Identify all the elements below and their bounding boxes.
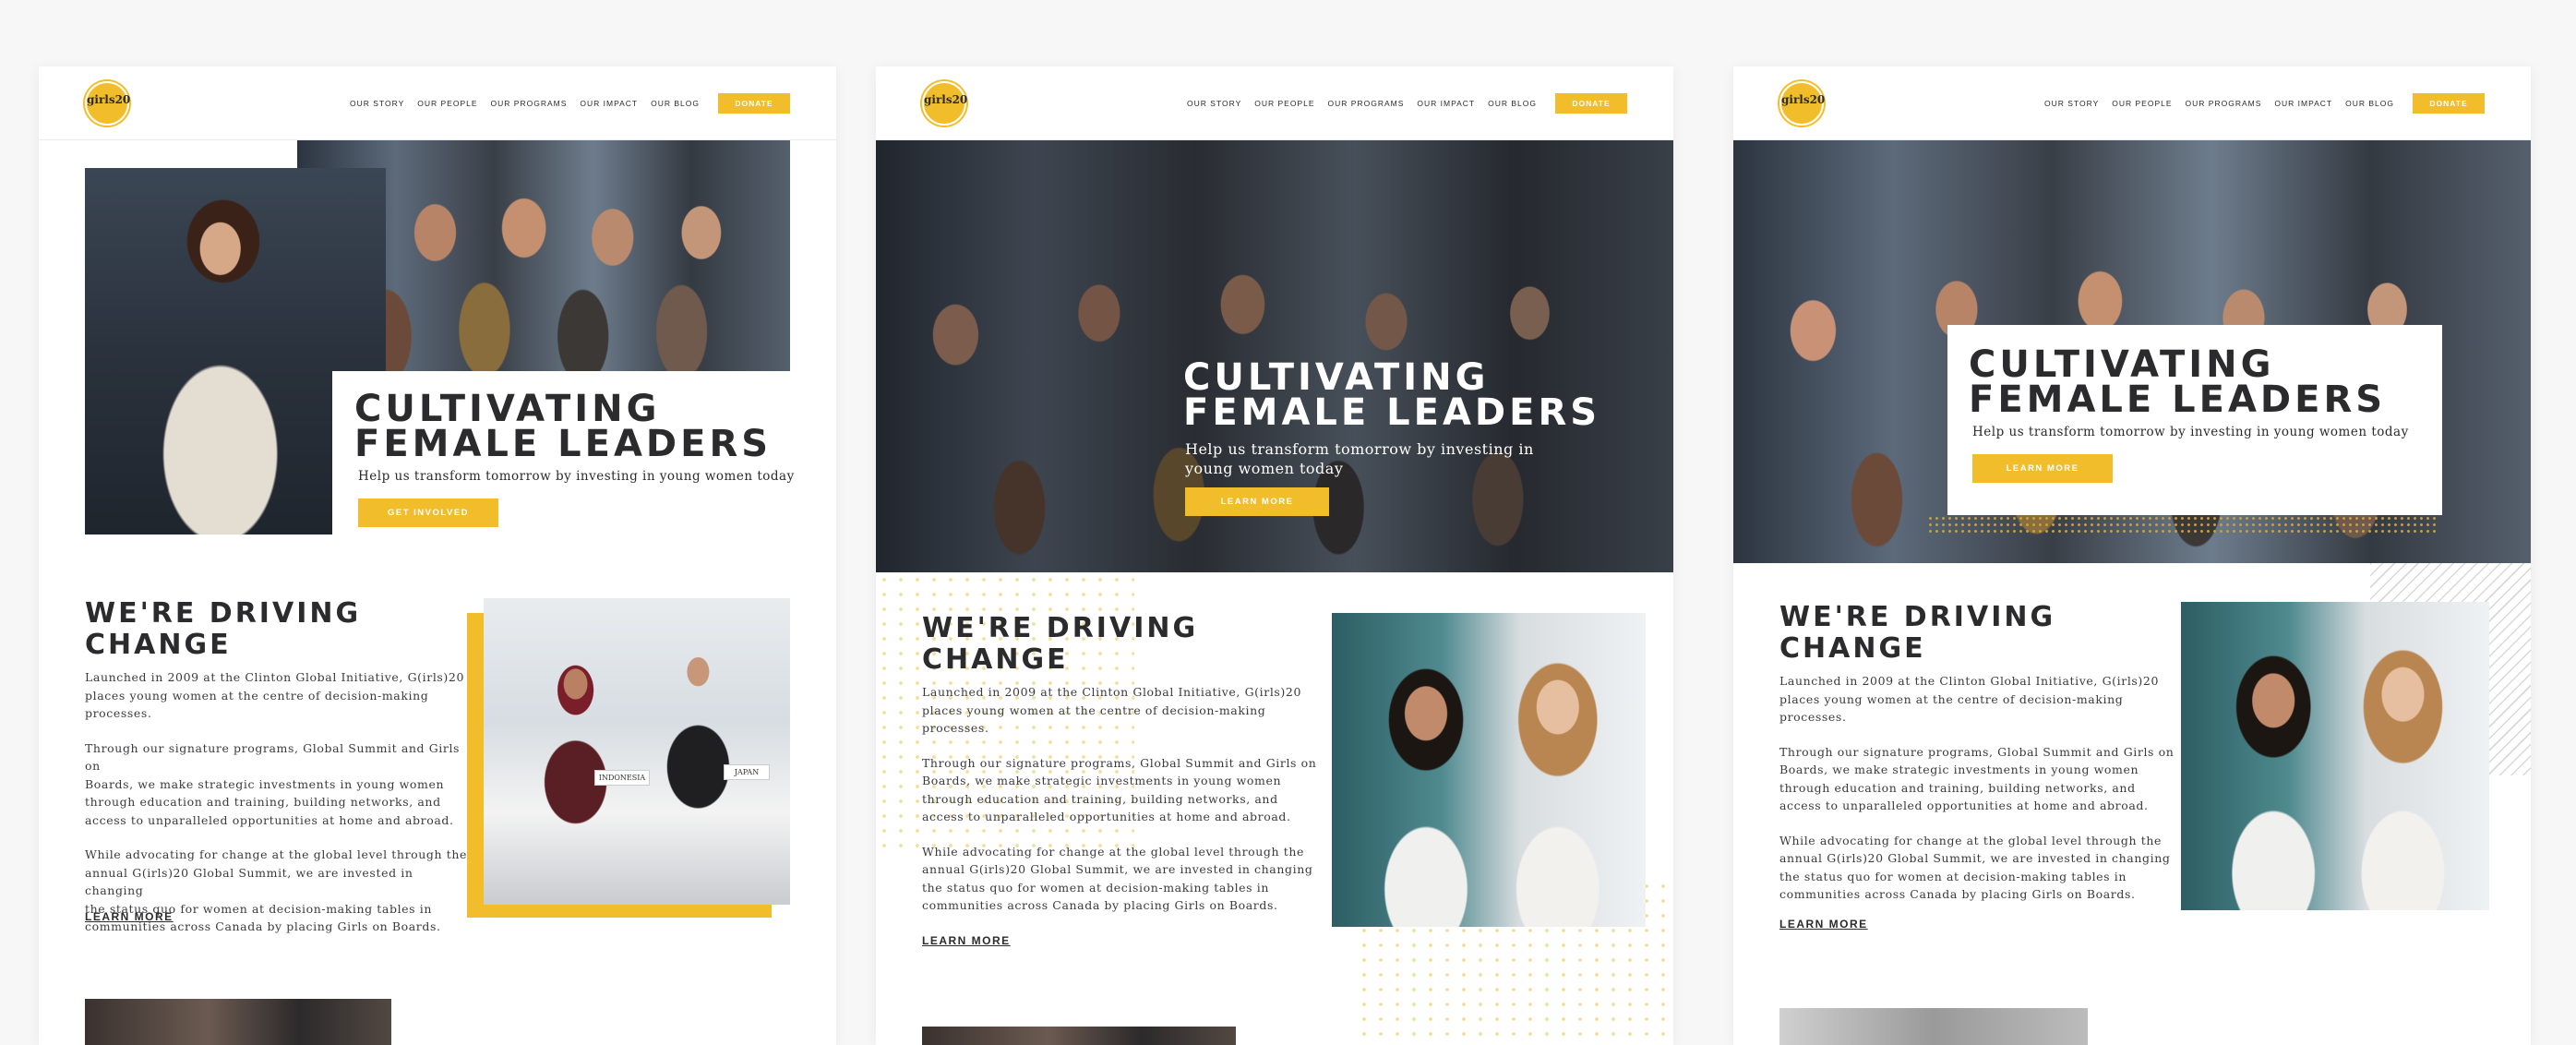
site-header: girls20 OUR STORY OUR PEOPLE OUR PROGRAM… [39,66,836,140]
nav-our-programs[interactable]: OUR PROGRAMS [2186,99,2262,108]
hero-title: CULTIVATING FEMALE LEADERS [1969,343,2387,421]
hero-subtitle: Help us transform tomorrow by investing … [358,469,795,484]
girls20-logo[interactable]: girls20 [922,81,967,126]
nav-our-blog[interactable]: OUR BLOG [651,99,700,108]
hero-title: CULTIVATING FEMALE LEADERS [354,388,773,465]
site-header: girls20 OUR STORY OUR PEOPLE OUR PROGRAM… [876,66,1673,140]
next-section-photo [922,1027,1236,1045]
next-section-photo [1779,1008,2088,1045]
about-copy: Launched in 2009 at the Clinton Global I… [922,685,1317,912]
nav-our-impact[interactable]: OUR IMPACT [580,99,638,108]
learn-more-link[interactable]: LEARN MORE [1779,918,1868,931]
about-copy: Launched in 2009 at the Clinton Global I… [1779,674,2175,901]
nav-our-impact[interactable]: OUR IMPACT [2274,99,2332,108]
learn-more-button[interactable]: LEARN MORE [1972,454,2113,483]
nav-our-blog[interactable]: OUR BLOG [1488,99,1537,108]
nav-our-people[interactable]: OUR PEOPLE [2112,99,2172,108]
site-header: girls20 OUR STORY OUR PEOPLE OUR PROGRAM… [1733,66,2531,140]
nav-our-people[interactable]: OUR PEOPLE [417,99,477,108]
hero-subtitle: Help us transform tomorrow by investing … [1972,425,2409,439]
learn-more-button[interactable]: LEARN MORE [1185,487,1329,516]
nav-our-impact[interactable]: OUR IMPACT [1417,99,1475,108]
hero-subtitle: Help us transform tomorrow by investing … [1185,440,1534,477]
learn-more-link[interactable]: LEARN MORE [922,934,1011,947]
girls20-logo[interactable]: girls20 [85,81,130,126]
two-women-portrait [2181,602,2489,910]
nav-our-story[interactable]: OUR STORY [350,99,404,108]
hero-title: CULTIVATING FEMALE LEADERS [1183,356,1601,434]
main-nav: OUR STORY OUR PEOPLE OUR PROGRAMS OUR IM… [1187,93,1627,114]
meeting-photo: INDONESIA JAPAN [484,598,790,905]
main-nav: OUR STORY OUR PEOPLE OUR PROGRAMS OUR IM… [2044,93,2485,114]
mockup-variant-2: girls20 OUR STORY OUR PEOPLE OUR PROGRAM… [876,66,1673,1045]
learn-more-link[interactable]: LEARN MORE [85,910,174,923]
mockup-variant-1: girls20 OUR STORY OUR PEOPLE OUR PROGRAM… [39,66,836,1045]
donate-button[interactable]: DONATE [718,93,790,114]
girls20-logo[interactable]: girls20 [1779,81,1825,126]
section-title: WE'RE DRIVING CHANGE [922,612,1199,676]
nav-our-programs[interactable]: OUR PROGRAMS [491,99,568,108]
section-title: WE'RE DRIVING CHANGE [85,597,362,661]
name-tag-indonesia: INDONESIA [594,770,650,786]
donate-button[interactable]: DONATE [1555,93,1627,114]
mockup-variant-3: girls20 OUR STORY OUR PEOPLE OUR PROGRAM… [1733,66,2531,1045]
dot-band-pattern [1927,515,2438,535]
next-section-photo [85,999,391,1045]
section-title: WE'RE DRIVING CHANGE [1779,601,2056,665]
name-tag-japan: JAPAN [724,764,770,780]
two-women-portrait [1332,613,1646,927]
donate-button[interactable]: DONATE [2413,93,2485,114]
nav-our-story[interactable]: OUR STORY [2044,99,2099,108]
get-involved-button[interactable]: GET INVOLVED [358,498,498,527]
nav-our-people[interactable]: OUR PEOPLE [1254,99,1314,108]
nav-our-programs[interactable]: OUR PROGRAMS [1328,99,1405,108]
nav-our-story[interactable]: OUR STORY [1187,99,1241,108]
nav-our-blog[interactable]: OUR BLOG [2345,99,2394,108]
main-nav: OUR STORY OUR PEOPLE OUR PROGRAMS OUR IM… [350,93,790,114]
